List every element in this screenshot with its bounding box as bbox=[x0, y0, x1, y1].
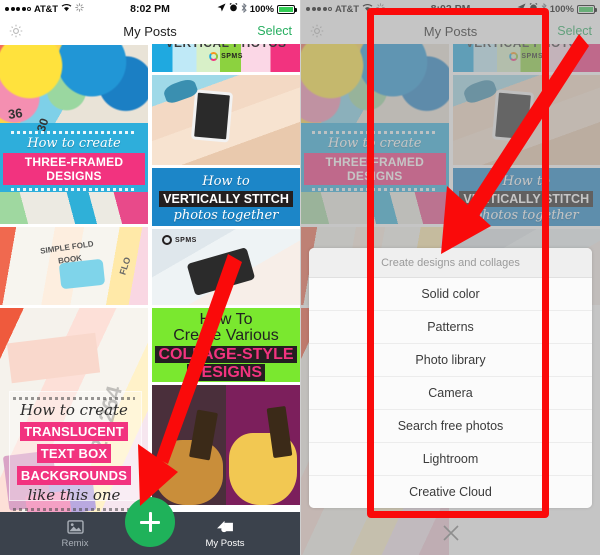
post-tile-phone-in-hand-beach[interactable] bbox=[452, 75, 600, 165]
left-phone-screen: AT&T 8:02 PM 100% My Posts Select 36 30 … bbox=[0, 0, 300, 555]
status-right-group: 100% bbox=[217, 2, 297, 16]
location-arrow-icon bbox=[217, 3, 226, 15]
post-tile-three-framed-designs[interactable]: 36 30 How to create THREE-FRAMED DESIGNS… bbox=[0, 44, 148, 224]
grid-column-right: VERTICAL PHOTOS SPMS How to VERTICALLY S… bbox=[152, 44, 300, 555]
post-tile-vertical-photos-banner[interactable]: VERTICAL PHOTOS SPMS bbox=[452, 44, 600, 72]
tile-caption-line4: BACKGROUNDS bbox=[16, 465, 132, 485]
tile-text-vertical-photos: VERTICAL PHOTOS bbox=[453, 44, 600, 50]
bluetooth-icon bbox=[541, 2, 547, 16]
select-button[interactable]: Select bbox=[557, 24, 592, 38]
right-phone-screen: AT&T 8:02 PM 100% My Posts Select How to… bbox=[300, 0, 600, 555]
brand-logo-spms: SPMS bbox=[209, 52, 243, 61]
nav-bar-left: My Posts Select bbox=[0, 18, 300, 44]
brand-logo-spms: SPMS bbox=[509, 52, 543, 61]
alarm-clock-icon bbox=[529, 2, 538, 15]
battery-percent-label: 100% bbox=[549, 3, 574, 15]
tile-caption-line3: TEXT BOX bbox=[36, 443, 112, 463]
battery-icon bbox=[277, 4, 297, 14]
tile-caption-line1: How to create bbox=[20, 401, 128, 419]
post-tile-phone-in-hand-beach[interactable] bbox=[152, 75, 300, 165]
menu-item-lightroom[interactable]: Lightroom bbox=[309, 443, 592, 476]
menu-item-search-free-photos[interactable]: Search free photos bbox=[309, 410, 592, 443]
post-tile-vertical-photos-banner[interactable]: VERTICAL PHOTOS SPMS bbox=[152, 44, 300, 72]
create-action-sheet[interactable]: Create designs and collages Solid color … bbox=[309, 248, 592, 508]
tab-label-remix: Remix bbox=[61, 537, 89, 549]
status-right-group: 100% bbox=[517, 2, 597, 16]
screenshot-stage: AT&T 8:02 PM 100% My Posts Select 36 30 … bbox=[0, 0, 600, 555]
close-sheet-button[interactable] bbox=[301, 523, 600, 543]
tab-bar-left[interactable]: Remix My Posts bbox=[0, 497, 300, 555]
tile-caption-line3: COLLAGE-STYLE bbox=[155, 345, 297, 363]
tile-caption-line2: THREE-FRAMED DESIGNS bbox=[304, 153, 446, 186]
menu-item-patterns[interactable]: Patterns bbox=[309, 311, 592, 344]
tile-caption-line2: THREE-FRAMED DESIGNS bbox=[3, 153, 145, 186]
tile-caption-line3: photos together bbox=[473, 207, 579, 223]
status-bar-left: AT&T 8:02 PM 100% bbox=[0, 0, 300, 18]
action-sheet-title: Create designs and collages bbox=[309, 248, 592, 278]
close-x-icon bbox=[441, 523, 461, 543]
alarm-clock-icon bbox=[229, 2, 238, 15]
post-tile-simple-fold-book[interactable]: SIMPLE FOLD BOOK FLO bbox=[0, 227, 148, 305]
post-tile-three-framed-designs[interactable]: How to create THREE-FRAMED DESIGNS like … bbox=[301, 44, 449, 224]
tile-caption-line3: photos together bbox=[173, 207, 279, 223]
menu-item-solid-color[interactable]: Solid color bbox=[309, 278, 592, 311]
bluetooth-icon bbox=[241, 2, 247, 16]
menu-item-creative-cloud[interactable]: Creative Cloud bbox=[309, 476, 592, 508]
post-tile-vertically-stitch[interactable]: How to VERTICALLY STITCH photos together bbox=[452, 168, 600, 226]
status-bar-right: AT&T 8:02 PM 100% bbox=[301, 0, 600, 18]
brand-logo-spms: SPMS bbox=[162, 235, 197, 245]
tile-caption-line2: VERTICALLY STITCH bbox=[159, 190, 293, 207]
tile-caption-line5: like this one bbox=[27, 485, 121, 504]
grid-column-left: 36 30 How to create THREE-FRAMED DESIGNS… bbox=[0, 44, 148, 555]
battery-percent-label: 100% bbox=[249, 3, 274, 15]
post-tile-collage-style-designs[interactable]: How To Create Various COLLAGE-STYLE DESI… bbox=[152, 308, 300, 382]
tile-caption-line2: TRANSLUCENT bbox=[20, 421, 128, 441]
gear-icon[interactable] bbox=[309, 23, 325, 39]
posts-grid-left[interactable]: 36 30 How to create THREE-FRAMED DESIGNS… bbox=[0, 44, 300, 555]
page-title: My Posts bbox=[123, 23, 177, 39]
tile-caption-line1: How to create bbox=[328, 135, 422, 151]
post-tile-phone-on-table[interactable]: SPMS bbox=[152, 229, 300, 305]
menu-item-photo-library[interactable]: Photo library bbox=[309, 344, 592, 377]
tile-caption-line4: DESIGNS bbox=[186, 363, 265, 381]
location-arrow-icon bbox=[517, 3, 526, 15]
menu-item-camera[interactable]: Camera bbox=[309, 377, 592, 410]
select-button[interactable]: Select bbox=[257, 24, 292, 38]
tile-text-vertical-photos: VERTICAL PHOTOS bbox=[152, 44, 300, 50]
tile-caption-line1: How To bbox=[199, 311, 253, 328]
page-title: My Posts bbox=[423, 23, 478, 39]
tile-caption-line1: How to create bbox=[27, 135, 121, 151]
post-tile-cocktail-drinks[interactable] bbox=[152, 385, 300, 505]
post-tile-vertically-stitch[interactable]: How to VERTICALLY STITCH photos together bbox=[152, 168, 300, 226]
gear-icon[interactable] bbox=[8, 23, 24, 39]
tab-label-my-posts: My Posts bbox=[205, 537, 245, 549]
nav-bar-right: My Posts Select bbox=[301, 18, 600, 44]
tile-caption-line1: How to bbox=[502, 174, 550, 189]
add-create-button[interactable] bbox=[125, 497, 175, 547]
tile-caption-line1: How to bbox=[202, 174, 250, 189]
tile-caption-line2: VERTICALLY STITCH bbox=[459, 190, 594, 207]
plus-icon bbox=[140, 512, 160, 532]
tile-caption-line2: Create Various bbox=[173, 327, 279, 345]
battery-icon bbox=[577, 4, 597, 14]
